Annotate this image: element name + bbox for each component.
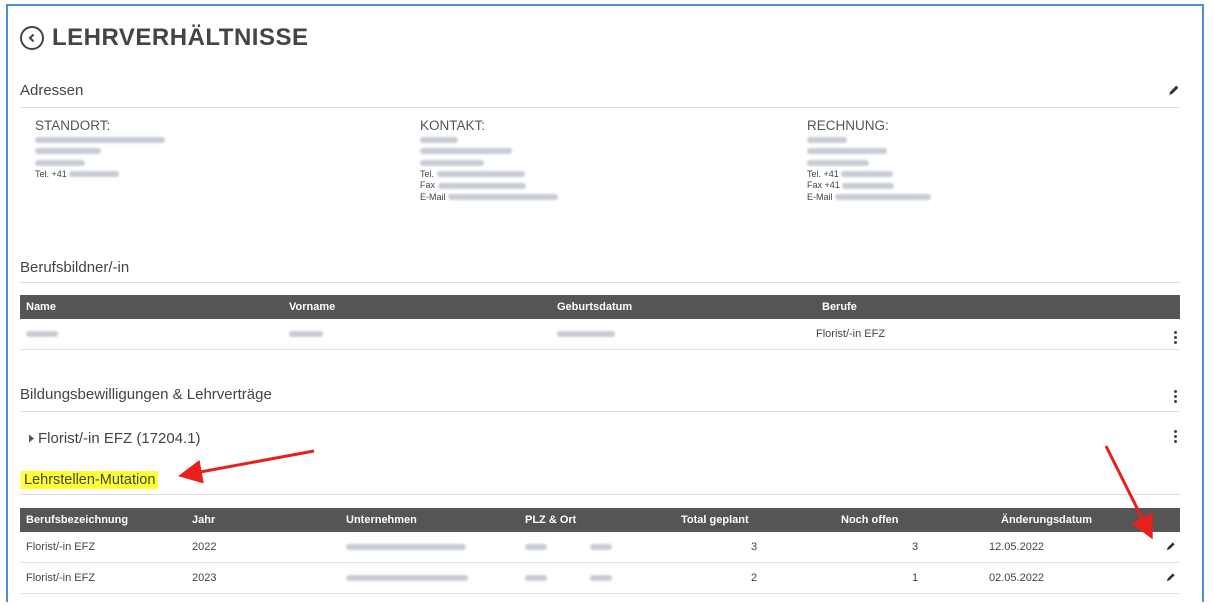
col-geburtsdatum[interactable]: Geburtsdatum — [557, 301, 632, 313]
kebab-icon — [1173, 331, 1177, 334]
table-header: Berufsbezeichnung Jahr Unternehmen PLZ &… — [20, 508, 1180, 532]
rechnung-email-label: E-Mail — [807, 191, 833, 202]
standort-heading: STANDORT: — [35, 118, 111, 133]
col-unternehmen[interactable]: Unternehmen — [346, 514, 417, 526]
bildung-item-menu-button[interactable] — [1172, 430, 1178, 443]
section-mutation: Lehrstellen-Mutation — [20, 468, 1180, 495]
kontakt-fax-label: Fax — [420, 180, 436, 190]
kebab-icon — [1173, 430, 1177, 433]
page-header: LEHRVERHÄLTNISSE — [20, 24, 308, 52]
berufsbildner-table: Name Vorname Geburtsdatum Berufe Florist… — [20, 295, 1180, 350]
col-name[interactable]: Name — [26, 301, 56, 313]
section-title: Bildungsbewilligungen & Lehrverträge — [20, 386, 272, 403]
bildung-menu-button[interactable] — [1172, 390, 1178, 403]
row-menu-button[interactable] — [1172, 331, 1178, 344]
beruf-cell: Florist/-in EFZ — [26, 541, 96, 553]
section-title: Adressen — [20, 82, 84, 99]
beruf-cell: Florist/-in EFZ — [26, 572, 96, 584]
edit-adressen-button[interactable] — [1167, 84, 1180, 101]
total-cell: 2 — [751, 572, 758, 584]
table-row[interactable]: Florist/-in EFZ — [20, 319, 1180, 350]
section-bildung: Bildungsbewilligungen & Lehrverträge — [20, 386, 1180, 412]
datum-cell: 02.05.2022 — [989, 572, 1045, 584]
section-title: Berufsbildner/-in — [20, 259, 130, 276]
section-adressen: Adressen — [20, 82, 1180, 108]
jahr-cell: 2022 — [192, 541, 217, 553]
caret-right-icon — [29, 434, 34, 443]
pencil-icon — [1166, 542, 1175, 551]
datum-cell: 12.05.2022 — [989, 541, 1045, 553]
standort-phone-label: Tel. +41 — [35, 168, 67, 179]
col-vorname[interactable]: Vorname — [289, 301, 335, 313]
rechnung-fax-label: Fax +41 — [807, 180, 840, 190]
section-title: Lehrstellen-Mutation — [21, 471, 159, 489]
berufe-cell: Florist/-in EFZ — [816, 328, 886, 340]
offen-cell: 1 — [912, 572, 919, 584]
jahr-cell: 2023 — [192, 572, 217, 584]
col-berufe[interactable]: Berufe — [822, 301, 857, 313]
page-frame: LEHRVERHÄLTNISSE Adressen STANDORT: Tel.… — [6, 4, 1204, 602]
edit-row-button[interactable] — [1165, 541, 1176, 555]
page-title: LEHRVERHÄLTNISSE — [52, 24, 309, 51]
kebab-icon — [1173, 390, 1177, 393]
mutation-table: Berufsbezeichnung Jahr Unternehmen PLZ &… — [20, 508, 1180, 594]
col-total-geplant[interactable]: Total geplant — [681, 514, 749, 526]
table-row[interactable]: Florist/-in EFZ 2023 2 1 02.05.2022 — [20, 563, 1180, 594]
kontakt-email-label: E-Mail — [420, 191, 446, 202]
back-icon — [28, 33, 35, 43]
offen-cell: 3 — [912, 541, 919, 553]
bildung-item-label: Florist/-in EFZ (17204.1) — [38, 430, 201, 447]
edit-row-button[interactable] — [1165, 572, 1176, 586]
col-jahr[interactable]: Jahr — [192, 514, 215, 526]
total-cell: 3 — [751, 541, 758, 553]
pencil-icon — [1166, 573, 1175, 582]
address-kontakt: KONTAKT: Tel. Fax E-Mail — [420, 118, 559, 203]
col-aenderungsdatum[interactable]: Änderungsdatum — [1001, 514, 1092, 526]
col-plz-ort[interactable]: PLZ & Ort — [525, 514, 576, 526]
col-berufsbezeichnung[interactable]: Berufsbezeichnung — [26, 514, 128, 526]
address-standort: STANDORT: Tel. +41 — [35, 118, 165, 180]
col-noch-offen[interactable]: Noch offen — [841, 514, 898, 526]
table-header: Name Vorname Geburtsdatum Berufe — [20, 295, 1180, 319]
rechnung-phone-label: Tel. +41 — [807, 168, 839, 179]
rechnung-heading: RECHNUNG: — [807, 118, 889, 133]
kontakt-phone-label: Tel. — [420, 168, 435, 179]
kontakt-heading: KONTAKT: — [420, 118, 486, 133]
back-button[interactable] — [20, 26, 44, 50]
pencil-icon — [1168, 85, 1179, 96]
table-row[interactable]: Florist/-in EFZ 2022 3 3 12.05.2022 — [20, 532, 1180, 563]
bildung-item[interactable]: Florist/-in EFZ (17204.1) — [20, 413, 1180, 463]
address-rechnung: RECHNUNG: Tel. +41 Fax +41 E-Mail — [807, 118, 932, 203]
section-berufsbildner: Berufsbildner/-in — [20, 259, 1180, 283]
